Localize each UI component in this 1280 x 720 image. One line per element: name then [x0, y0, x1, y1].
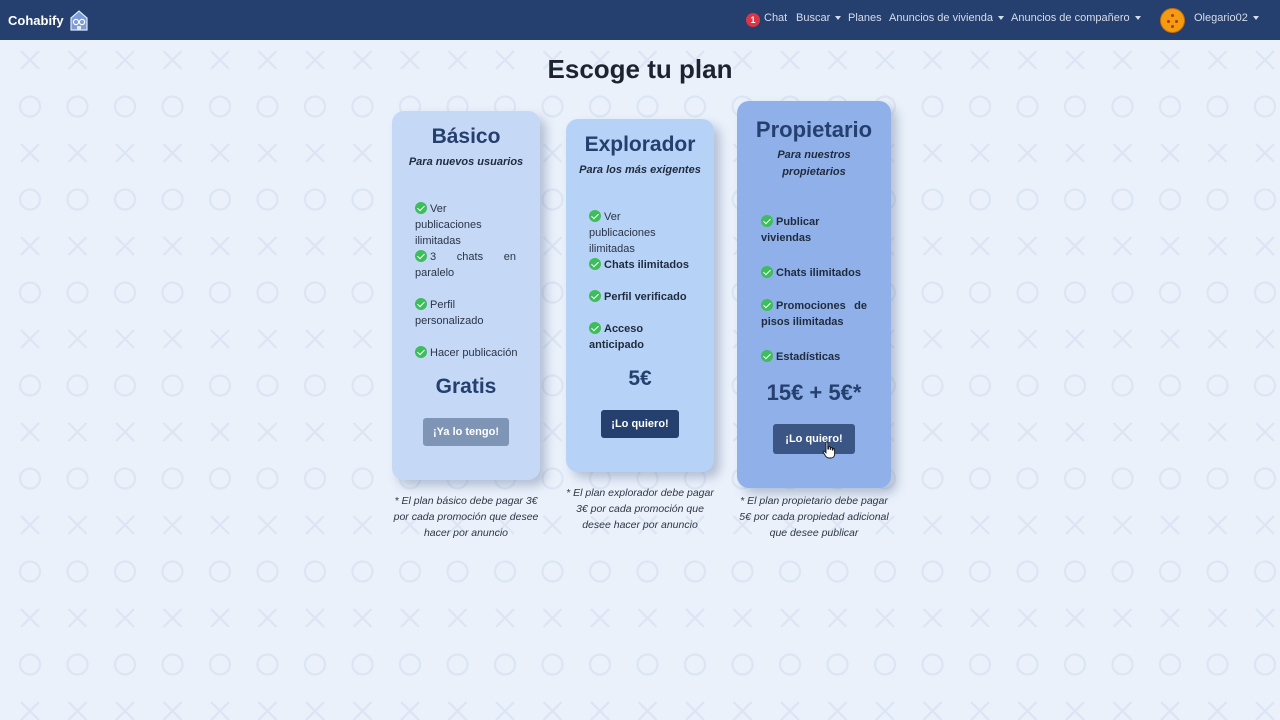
navbar: Cohabify 1 Chat Buscar Planes Anuncios d… [0, 0, 1280, 40]
page-title: Escoge tu plan [547, 54, 733, 84]
nav-buscar[interactable]: Buscar [796, 12, 842, 24]
buy-explorador-button[interactable]: ¡Lo quiero! [601, 410, 679, 438]
nav-anuncios-vivienda[interactable]: Anuncios de vivienda [889, 12, 1004, 24]
plan-feature: Chats ilimitados [589, 257, 701, 273]
user-menu[interactable]: Olegario02 [1194, 12, 1259, 24]
check-circle-icon [761, 299, 773, 311]
plan-price: 15€ + 5€* [766, 380, 862, 405]
check-circle-icon [415, 298, 427, 310]
nav-planes[interactable]: Planes [848, 12, 882, 24]
plan-feature: Ver publicaciones ilimitadas [415, 202, 482, 247]
nav-chat[interactable]: Chat [764, 12, 787, 24]
plan-feature: Promociones de pisos ilimitadas [761, 299, 867, 328]
house-logo-icon [70, 10, 88, 31]
plan-note: * El plan propietario debe pagar 5€ por … [739, 495, 889, 539]
plan-feature: Hacer publicación [415, 345, 527, 361]
caret-down-icon [997, 16, 1004, 21]
dragon-ball-avatar-icon[interactable] [1160, 8, 1185, 33]
plan-feature: Publicar viviendas [761, 215, 820, 244]
plan-feature: Ver publicaciones ilimitadas [589, 210, 656, 255]
check-circle-icon [761, 215, 773, 227]
plan-feature: 3 chats en paralelo [415, 250, 516, 279]
caret-down-icon [835, 16, 842, 21]
plan-feature: Chats ilimitados [761, 265, 873, 281]
plan-card-explorador: Explorador Para los más exigentes Ver pu… [566, 119, 714, 472]
check-circle-icon [415, 250, 427, 262]
hand-pointer-icon [822, 441, 836, 459]
plan-name: Básico [431, 125, 501, 148]
plan-subtitle: Para nuestros propietarios [777, 149, 851, 178]
buy-propietario-button[interactable]: ¡Lo quiero! [773, 424, 855, 454]
username: Olegario02 [1194, 12, 1248, 24]
plan-card-basico: Básico Para nuevos usuarios Ver publicac… [392, 111, 540, 480]
check-circle-icon [589, 210, 601, 222]
plan-note: * El plan básico debe pagar 3€ por cada … [393, 495, 539, 539]
check-circle-icon [589, 322, 601, 334]
check-circle-icon [589, 290, 601, 302]
nav-anuncios-companero[interactable]: Anuncios de compañero [1011, 12, 1141, 24]
plan-feature: Perfil verificado [589, 289, 701, 305]
plan-feature: Acceso anticipado [589, 322, 645, 351]
plan-button-owned[interactable]: ¡Ya lo tengo! [423, 418, 509, 446]
check-circle-icon [415, 346, 427, 358]
caret-down-icon [1252, 16, 1259, 21]
nav-anuncios-vivienda-label: Anuncios de vivienda [889, 12, 993, 24]
chat-unread-badge: 1 [746, 13, 760, 27]
brand-name: Cohabify [8, 12, 64, 28]
check-circle-icon [761, 266, 773, 278]
plan-price: Gratis [435, 375, 497, 398]
plan-subtitle: Para nuevos usuarios [408, 156, 524, 168]
plan-note: * El plan explorador debe pagar 3€ por c… [566, 487, 714, 531]
plan-name: Propietario [755, 117, 873, 142]
nav-anuncios-companero-label: Anuncios de compañero [1011, 12, 1130, 24]
plan-card-propietario: Propietario Para nuestros propietarios P… [737, 101, 891, 488]
brand[interactable]: Cohabify [8, 8, 90, 32]
plan-subtitle: Para los más exigentes [579, 164, 701, 176]
check-circle-icon [415, 202, 427, 214]
check-circle-icon [589, 258, 601, 270]
plan-feature: Perfil personalizado [415, 298, 484, 327]
plan-name: Explorador [584, 133, 696, 156]
plan-price: 5€ [628, 367, 652, 390]
caret-down-icon [1134, 16, 1141, 21]
nav-buscar-label: Buscar [796, 12, 831, 24]
check-circle-icon [761, 350, 773, 362]
plan-feature: Estadísticas [761, 349, 873, 365]
